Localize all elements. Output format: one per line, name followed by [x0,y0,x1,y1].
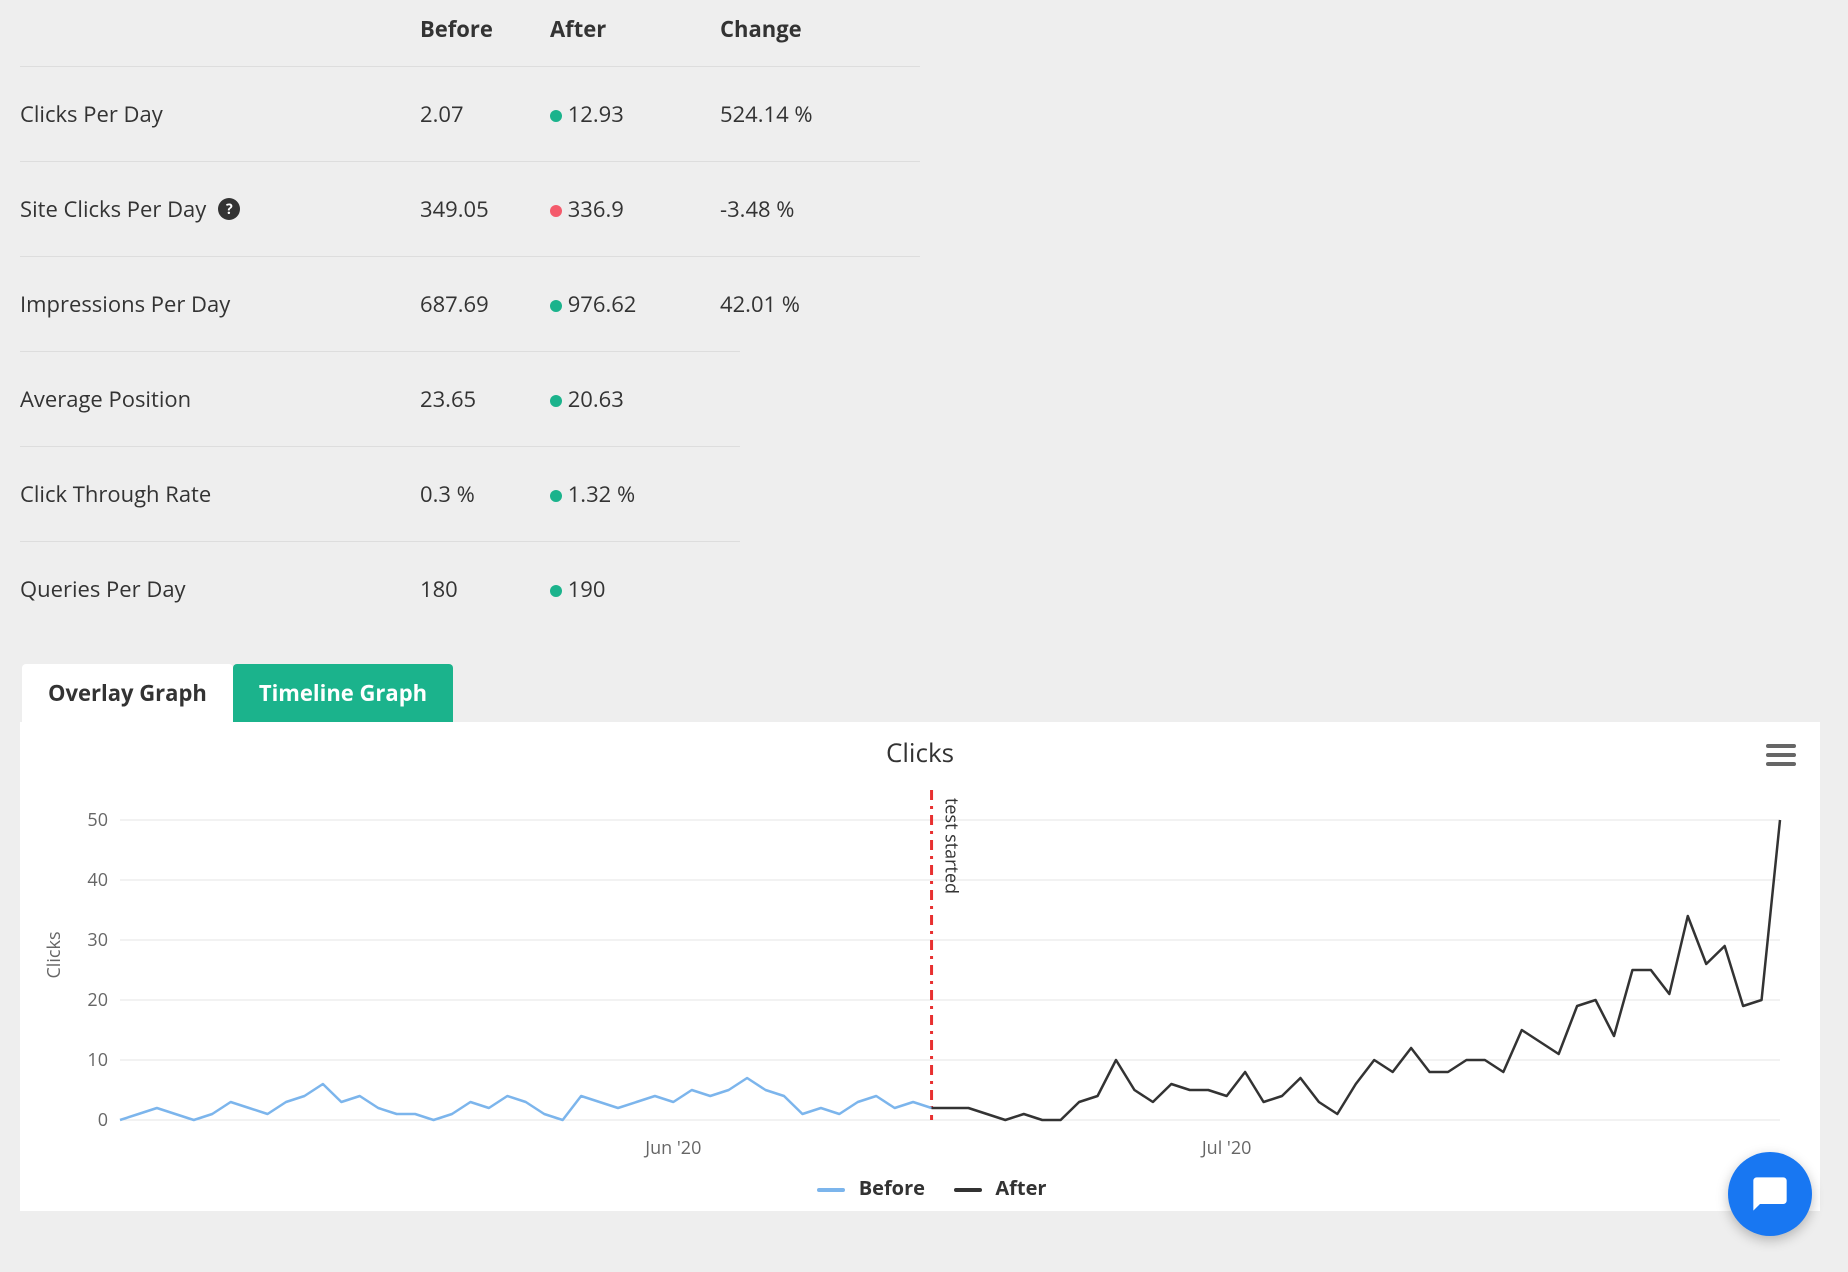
before-value: 23.65 [420,384,550,414]
table-row: Impressions Per Day687.69 976.6242.01 % [20,256,920,351]
svg-text:20: 20 [87,988,108,1012]
table-row: Site Clicks Per Day?349.05 336.9-3.48 % [20,161,920,256]
header-change: Change [720,14,900,44]
after-value: 336.9 [550,194,720,224]
chart-menu-icon[interactable] [1766,744,1796,766]
trend-up-icon [550,585,562,597]
metric-label: Click Through Rate [20,479,420,509]
after-value: 20.63 [550,384,720,414]
clicks-line-chart: 0 10 20 30 40 50 Clicks Jun '20 Jul '20 test star… [40,770,1800,1170]
svg-text:50: 50 [87,808,108,832]
legend-label-after: After [995,1174,1046,1201]
table-row: Clicks Per Day2.07 12.93524.14 % [20,66,920,161]
chat-icon [1750,1174,1790,1214]
header-before: Before [420,14,550,44]
table-header-row: Before After Change [20,0,920,66]
change-value: 524.14 % [720,99,900,129]
before-value: 180 [420,574,550,604]
graph-tabs: Overlay Graph Timeline Graph [22,664,1828,722]
svg-text:10: 10 [87,1048,108,1072]
header-after: After [550,14,720,44]
chart-title: Clicks [40,734,1800,770]
help-icon[interactable]: ? [218,198,240,220]
svg-text:40: 40 [87,868,108,892]
metric-label: Average Position [20,384,420,414]
legend-label-before: Before [859,1174,925,1201]
trend-up-icon [550,110,562,122]
svg-text:0: 0 [98,1108,108,1132]
table-row: Queries Per Day180 190 [20,541,740,636]
change-value: 42.01 % [720,289,900,319]
before-value: 349.05 [420,194,550,224]
metric-label: Queries Per Day [20,574,420,604]
table-row: Click Through Rate0.3 % 1.32 % [20,446,740,541]
after-value: 976.62 [550,289,720,319]
metric-label: Clicks Per Day [20,99,420,129]
before-value: 2.07 [420,99,550,129]
trend-up-icon [550,490,562,502]
svg-text:Clicks: Clicks [42,931,66,978]
chat-button[interactable] [1728,1152,1812,1236]
metric-label: Site Clicks Per Day? [20,194,420,224]
trend-up-icon [550,395,562,407]
before-value: 0.3 % [420,479,550,509]
svg-text:Jun '20: Jun '20 [643,1136,701,1160]
change-value: -3.48 % [720,194,900,224]
after-value: 190 [550,574,720,604]
metric-label: Impressions Per Day [20,289,420,319]
tab-overlay-graph[interactable]: Overlay Graph [22,664,233,722]
before-value: 687.69 [420,289,550,319]
tab-timeline-graph[interactable]: Timeline Graph [233,664,453,722]
after-value: 12.93 [550,99,720,129]
after-value: 1.32 % [550,479,720,509]
chart-panel: Clicks 0 10 20 30 40 50 Clicks Jun '20 Jul '20 te… [20,722,1820,1211]
trend-down-icon [550,205,562,217]
trend-up-icon [550,300,562,312]
comparison-table: Before After Change Clicks Per Day2.07 1… [20,0,920,636]
svg-text:test started: test started [940,798,964,894]
table-row: Average Position23.65 20.63 [20,351,740,446]
legend-swatch-before [817,1188,845,1192]
svg-text:30: 30 [87,928,108,952]
svg-text:Jul '20: Jul '20 [1200,1136,1252,1160]
legend-swatch-after [954,1188,982,1192]
chart-legend: Before After [40,1170,1800,1201]
